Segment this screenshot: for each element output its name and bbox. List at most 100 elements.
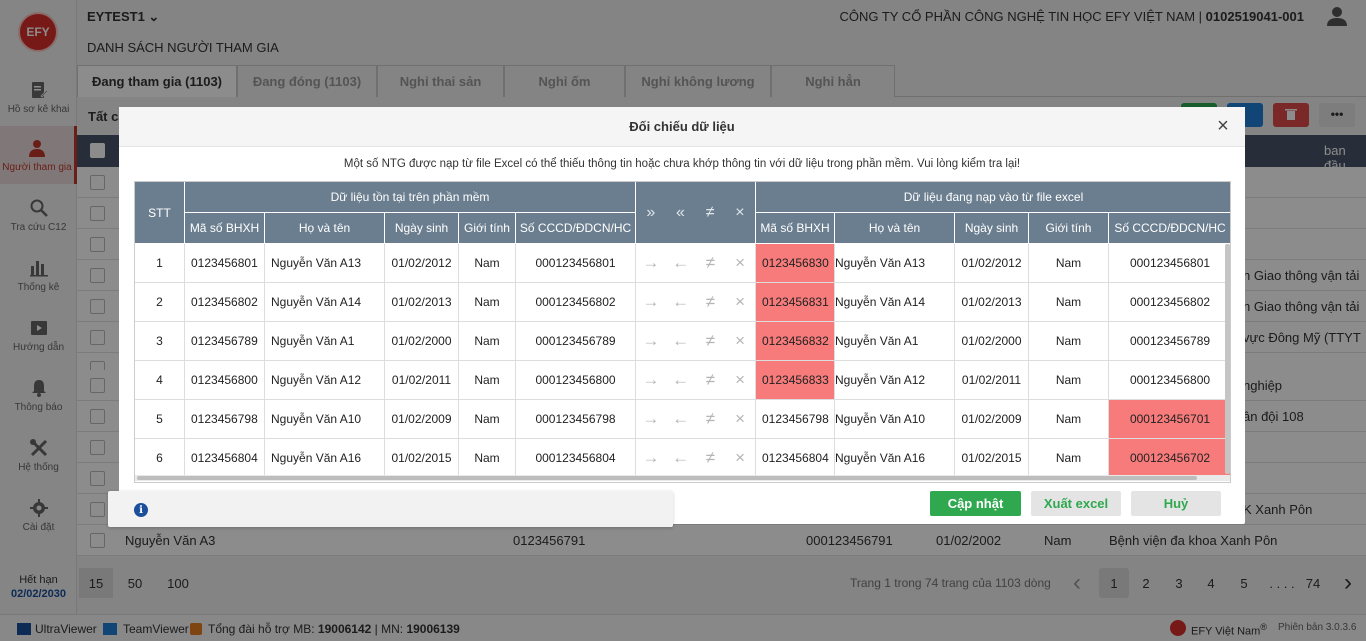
arrow-left-icon[interactable]: ← [669,448,693,468]
remove-icon[interactable]: × [728,331,752,351]
left-name-cell: Nguyễn Văn A16 [265,439,385,478]
accept-all-icon[interactable]: » [646,204,655,222]
right-name-cell: Nguyễn Văn A12 [835,361,955,400]
left-cccd-cell: 000123456801 [516,244,636,283]
left-gender-cell: Nam [459,400,516,439]
col-left-name: Họ và tên [265,213,385,244]
arrow-left-icon[interactable]: ← [669,292,693,312]
arrow-left-icon[interactable]: ← [669,370,693,390]
row-stt: 6 [135,439,185,478]
not-equal-icon[interactable]: ≠ [698,409,722,429]
group-header-excel: Dữ liệu đang nạp vào từ file excel [756,182,1230,213]
right-dob-cell: 01/02/2009 [955,400,1029,439]
arrow-right-icon[interactable]: → [639,292,663,312]
left-dob-cell: 01/02/2000 [385,322,459,361]
not-equal-icon[interactable]: ≠ [698,253,722,273]
right-gender-cell: Nam [1029,400,1109,439]
row-actions: → ← ≠ × [636,244,756,283]
right-name-cell: Nguyễn Văn A1 [835,322,955,361]
horizontal-scrollbar[interactable] [135,475,1230,481]
dialog-header: Đối chiếu dữ liệu × [119,107,1245,147]
right-bhxh-cell: 0123456833 [756,361,835,400]
row-actions: → ← ≠ × [636,361,756,400]
remove-all-icon[interactable]: × [735,204,744,222]
arrow-right-icon[interactable]: → [639,409,663,429]
col-left-cccd: Số CCCD/ĐDCN/HC [516,213,636,244]
update-button[interactable]: Cập nhật [930,491,1021,516]
right-cccd-cell: 000123456801 [1109,244,1230,283]
right-cccd-cell: 000123456802 [1109,283,1230,322]
left-name-cell: Nguyễn Văn A1 [265,322,385,361]
right-dob-cell: 01/02/2000 [955,322,1029,361]
right-cccd-cell: 000123456701 [1109,400,1230,439]
scrollbar-thumb[interactable] [137,476,1197,480]
col-right-dob: Ngày sinh [955,213,1029,244]
arrow-right-icon[interactable]: → [639,370,663,390]
left-cccd-cell: 000123456804 [516,439,636,478]
left-bhxh-cell: 0123456789 [185,322,265,361]
left-dob-cell: 01/02/2009 [385,400,459,439]
row-stt: 4 [135,361,185,400]
vertical-scrollbar[interactable] [1225,244,1230,474]
right-gender-cell: Nam [1029,361,1109,400]
close-icon[interactable]: × [1213,116,1233,137]
left-cccd-cell: 000123456802 [516,283,636,322]
remove-icon[interactable]: × [728,409,752,429]
right-dob-cell: 01/02/2011 [955,361,1029,400]
left-dob-cell: 01/02/2011 [385,361,459,400]
row-stt: 5 [135,400,185,439]
left-cccd-cell: 000123456789 [516,322,636,361]
row-actions: → ← ≠ × [636,322,756,361]
col-left-bhxh: Mã số BHXH [185,213,265,244]
left-dob-cell: 01/02/2013 [385,283,459,322]
col-stt: STT [135,182,185,244]
right-gender-cell: Nam [1029,283,1109,322]
export-excel-button[interactable]: Xuất excel [1031,491,1121,516]
arrow-right-icon[interactable]: → [639,253,663,273]
col-left-gender: Giới tính [459,213,516,244]
arrow-left-icon[interactable]: ← [669,253,693,273]
not-equal-icon[interactable]: ≠ [698,331,722,351]
not-equal-icon[interactable]: ≠ [698,292,722,312]
row-actions: → ← ≠ × [636,400,756,439]
left-dob-cell: 01/02/2012 [385,244,459,283]
arrow-left-icon[interactable]: ← [669,409,693,429]
left-gender-cell: Nam [459,361,516,400]
right-cccd-cell: 000123456789 [1109,322,1230,361]
row-stt: 1 [135,244,185,283]
left-cccd-cell: 000123456800 [516,361,636,400]
arrow-right-icon[interactable]: → [639,448,663,468]
right-cccd-cell: 000123456800 [1109,361,1230,400]
right-bhxh-cell: 0123456830 [756,244,835,283]
right-gender-cell: Nam [1029,322,1109,361]
not-equal-all-icon[interactable]: ≠ [706,204,715,222]
info-icon[interactable]: i [134,503,148,517]
reject-all-icon[interactable]: « [676,204,685,222]
right-cccd-cell: 000123456702 [1109,439,1230,478]
not-equal-icon[interactable]: ≠ [698,370,722,390]
col-right-bhxh: Mã số BHXH [756,213,835,244]
right-name-cell: Nguyễn Văn A14 [835,283,955,322]
left-bhxh-cell: 0123456800 [185,361,265,400]
cancel-button[interactable]: Huỷ [1131,491,1221,516]
remove-icon[interactable]: × [728,253,752,273]
col-right-name: Họ và tên [835,213,955,244]
left-gender-cell: Nam [459,322,516,361]
row-actions: → ← ≠ × [636,439,756,478]
right-dob-cell: 01/02/2013 [955,283,1029,322]
remove-icon[interactable]: × [728,370,752,390]
right-name-cell: Nguyễn Văn A16 [835,439,955,478]
header-bulk-actions: » « ≠ × [636,182,756,244]
remove-icon[interactable]: × [728,448,752,468]
remove-icon[interactable]: × [728,292,752,312]
dialog-title: Đối chiếu dữ liệu [629,119,735,134]
left-name-cell: Nguyễn Văn A14 [265,283,385,322]
row-stt: 3 [135,322,185,361]
arrow-left-icon[interactable]: ← [669,331,693,351]
right-bhxh-cell: 0123456832 [756,322,835,361]
row-stt: 2 [135,283,185,322]
right-name-cell: Nguyễn Văn A13 [835,244,955,283]
left-gender-cell: Nam [459,283,516,322]
arrow-right-icon[interactable]: → [639,331,663,351]
not-equal-icon[interactable]: ≠ [698,448,722,468]
